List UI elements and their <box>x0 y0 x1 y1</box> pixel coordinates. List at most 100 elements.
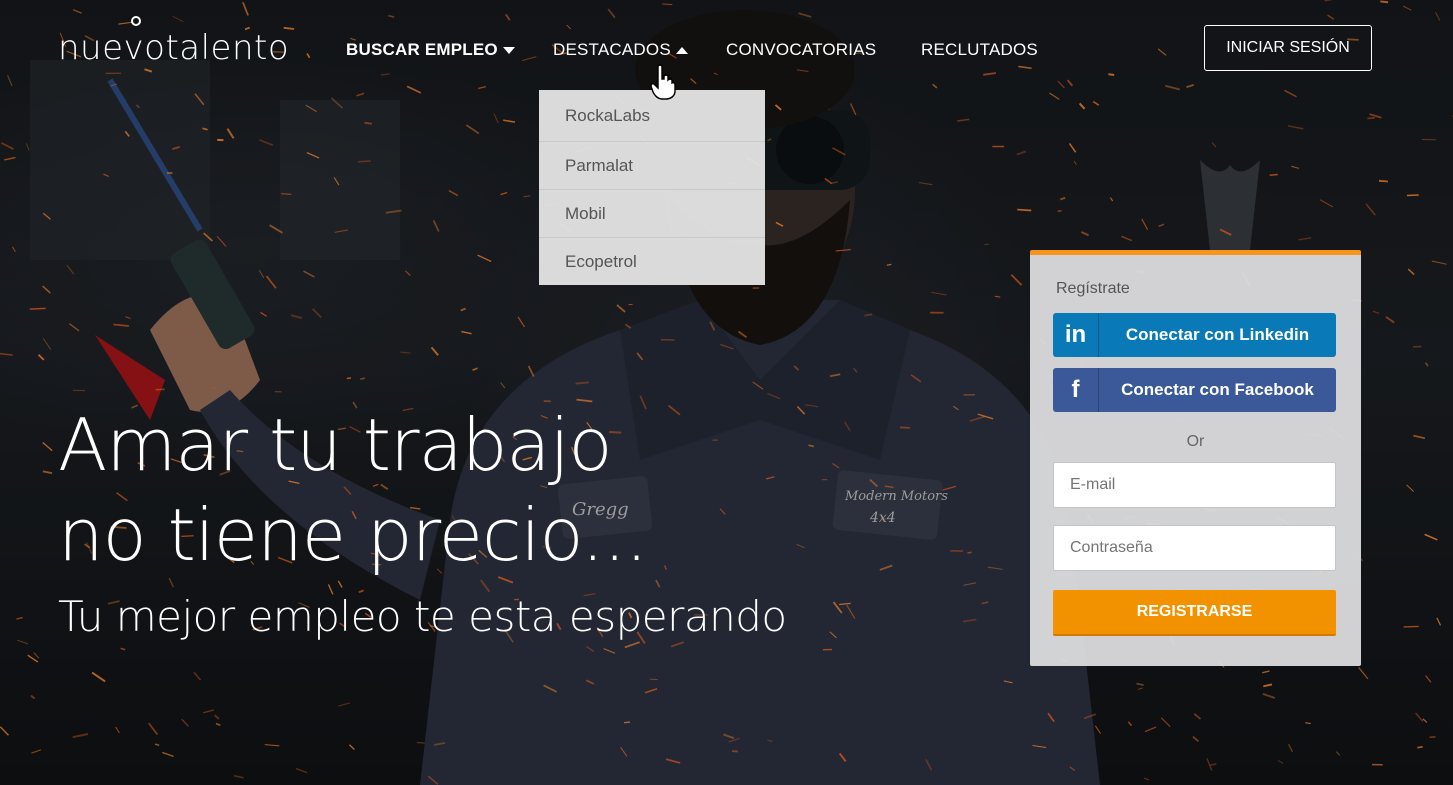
spark <box>690 78 697 85</box>
svg-text:4x4: 4x4 <box>869 510 896 526</box>
spark <box>1402 5 1412 11</box>
spark <box>1327 14 1335 21</box>
spark <box>1136 682 1144 686</box>
nav-item-buscar-empleo[interactable]: BUSCAR EMPLEO <box>346 40 515 60</box>
spark <box>1407 268 1415 276</box>
nav-item-reclutados[interactable]: RECLUTADOS <box>921 40 1038 60</box>
spark <box>0 726 10 736</box>
spark <box>216 235 227 247</box>
facebook-connect-button[interactable]: f Conectar con Facebook <box>1053 368 1336 412</box>
logo-ring-icon <box>131 16 141 26</box>
register-button[interactable]: REGISTRARSE <box>1053 590 1336 636</box>
spark <box>478 85 487 90</box>
spark <box>461 330 472 335</box>
spark <box>719 508 726 515</box>
spark <box>356 92 365 97</box>
destacados-dropdown: RockaLabs Parmalat Mobil Ecopetrol <box>539 90 765 285</box>
spark <box>1017 208 1032 212</box>
spark <box>566 24 572 30</box>
linkedin-connect-button[interactable]: in Conectar con Linkedin <box>1053 313 1336 357</box>
spark <box>667 404 681 416</box>
spark <box>358 160 371 163</box>
hero-headline-line1: Amar tu trabajo <box>58 403 613 487</box>
spark <box>1193 713 1202 720</box>
spark <box>1291 165 1300 169</box>
spark <box>269 224 283 234</box>
spark <box>644 688 658 694</box>
brand-logo[interactable]: nuevotalento <box>58 16 290 68</box>
spark <box>42 442 53 452</box>
spark <box>767 138 772 142</box>
spark <box>830 181 839 185</box>
nav-item-convocatorias[interactable]: CONVOCATORIAS <box>726 40 876 60</box>
spark <box>338 702 350 707</box>
spark <box>1186 84 1195 89</box>
spark <box>880 517 887 520</box>
spark <box>1109 197 1114 202</box>
spark <box>290 314 303 320</box>
spark <box>1284 89 1297 98</box>
nav-item-label: RECLUTADOS <box>921 40 1038 59</box>
spark <box>663 565 668 571</box>
spark <box>500 382 506 389</box>
spark <box>543 684 558 693</box>
chevron-up-icon <box>675 46 688 54</box>
spark <box>829 373 841 378</box>
password-field[interactable] <box>1053 525 1336 571</box>
spark <box>838 752 847 763</box>
hero-subheadline: Tu mejor empleo te esta esperando <box>58 592 787 641</box>
spark <box>460 307 467 312</box>
spark <box>774 104 782 111</box>
spark <box>624 641 641 649</box>
spark <box>260 311 267 317</box>
spark <box>448 189 459 197</box>
dropdown-item-parmalat[interactable]: Parmalat <box>539 141 765 189</box>
linkedin-icon: in <box>1053 313 1099 357</box>
nav-item-destacados[interactable]: DESTACADOS <box>553 40 688 60</box>
spark <box>952 405 959 411</box>
spark <box>983 72 997 76</box>
spark <box>505 13 511 21</box>
email-field[interactable] <box>1053 462 1336 508</box>
spark <box>1417 745 1423 749</box>
login-button[interactable]: INICIAR SESIÓN <box>1204 25 1372 71</box>
spark <box>1206 758 1213 771</box>
dropdown-item-mobil[interactable]: Mobil <box>539 189 765 237</box>
spark <box>346 377 352 380</box>
spark <box>1143 777 1150 781</box>
spark <box>1210 762 1217 766</box>
spark <box>1073 160 1077 165</box>
spark <box>42 285 51 294</box>
spark <box>931 291 947 296</box>
spark <box>380 73 390 76</box>
spark <box>765 476 775 480</box>
spark <box>430 346 439 356</box>
spark <box>1032 745 1047 749</box>
nav-item-label: BUSCAR EMPLEO <box>346 40 498 59</box>
spark <box>987 566 1003 571</box>
spark <box>242 2 249 16</box>
spark <box>1057 80 1065 89</box>
spark <box>16 639 29 645</box>
spark <box>364 121 372 125</box>
spark <box>636 352 644 361</box>
spark <box>215 722 221 727</box>
spark <box>337 580 343 588</box>
spark <box>1016 150 1027 156</box>
brand-logo-text: nuevotalento <box>58 28 290 68</box>
hand-cursor-icon <box>650 64 676 100</box>
spark <box>306 53 311 59</box>
spark <box>824 177 833 185</box>
spark <box>1165 84 1181 91</box>
spark <box>665 758 681 764</box>
spark <box>1158 223 1165 228</box>
dropdown-item-ecopetrol[interactable]: Ecopetrol <box>539 237 765 285</box>
spark <box>1108 73 1115 76</box>
spark <box>1424 362 1429 367</box>
spark <box>1010 274 1023 286</box>
spark <box>1262 670 1270 674</box>
spark <box>493 113 499 124</box>
spark <box>281 193 292 195</box>
spark <box>832 601 843 614</box>
chevron-down-icon <box>502 46 515 54</box>
